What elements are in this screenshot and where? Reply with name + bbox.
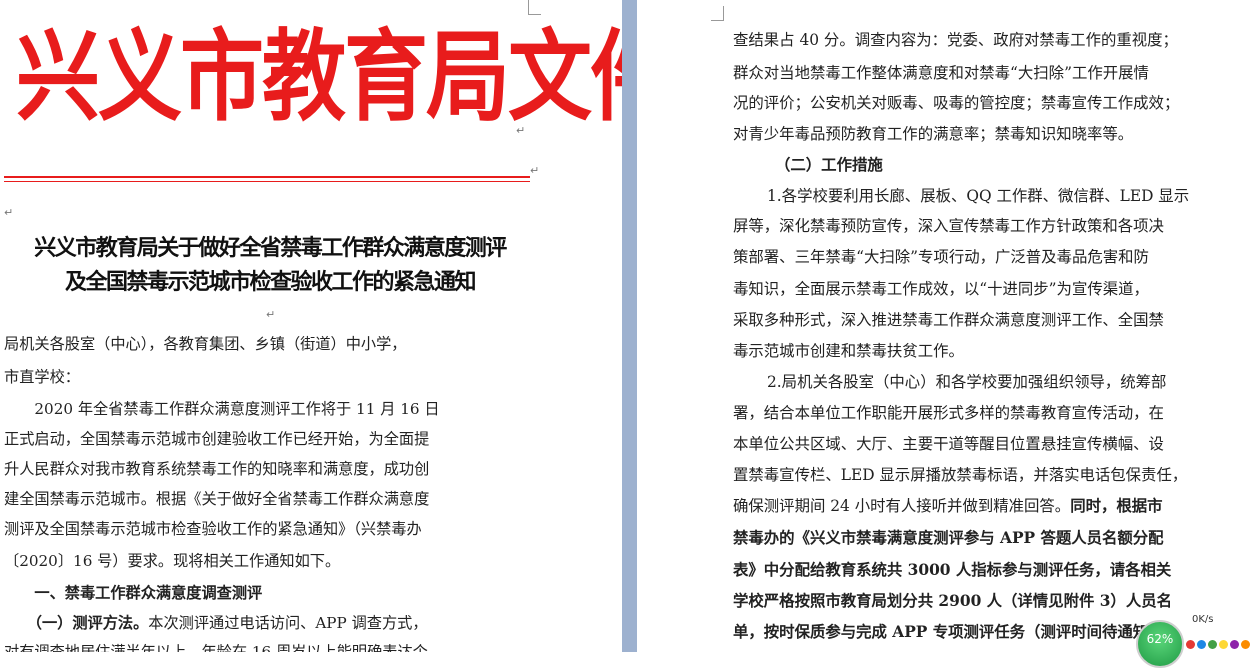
subsection-two-heading: （二）工作措施 (775, 156, 883, 174)
body-line: 置禁毒宣传栏、LED 显示屏播放禁毒标语，并落实电话包保责任， (733, 466, 1188, 484)
body-line: 2020 年全省禁毒工作群众满意度测评工作将于 11 月 16 日 (4, 400, 440, 418)
body-text-bold: 同时，根据市 (1070, 497, 1163, 515)
tray-icons (1186, 634, 1256, 649)
subsection-one-text: 本次测评通过电话访问、APP 调查方式， (148, 614, 428, 632)
body-line: 本单位公共区域、大厅、主要干道等醒目位置悬挂宣传横幅、设 (733, 435, 1164, 453)
subsection-one-label: （一）测评方法。 (4, 614, 149, 632)
body-line: 群众对当地禁毒工作整体满意度和对禁毒“大扫除”工作开展情 (733, 64, 1149, 82)
paragraph-mark: ↵ (530, 164, 540, 177)
paragraph-mark: ↵ (516, 124, 526, 137)
body-line: 采取多种形式，深入推进禁毒工作群众满意度测评工作、全国禁 (733, 311, 1164, 329)
network-speed-label: 0K/s (1192, 614, 1214, 625)
page-gutter (622, 0, 637, 652)
body-line: 策部署、三年禁毒“大扫除”专项行动，广泛普及毒品危害和防 (733, 248, 1149, 266)
body-line: 署，结合本单位工作职能开展形式多样的禁毒教育宣传活动，在 (733, 404, 1164, 422)
body-line: 毒知识，全面展示禁毒工作成效，以“十进同步”为宣传渠道， (733, 280, 1149, 298)
tray-icon-2[interactable] (1197, 640, 1206, 649)
body-line: 对青少年毒品预防教育工作的满意率；禁毒知识知晓率等。 (733, 125, 1134, 143)
body-line: 建全国禁毒示范城市。根据《关于做好全省禁毒工作群众满意度 (4, 490, 430, 508)
bold-line: 单，按时保质参与完成 APP 专项测评任务（测评时间待通知）， (733, 623, 1172, 641)
body-line: 正式启动，全国禁毒示范城市创建验收工作已经开始，为全面提 (4, 430, 430, 448)
body-line: 局机关各股室（中心），各教育集团、乡镇（街道）中小学， (4, 335, 407, 353)
paragraph-mark: ↵ (266, 308, 276, 321)
usage-dial[interactable]: 62% (1136, 620, 1184, 668)
body-line: 1.各学校要利用长廊、展板、QQ 工作群、微信群、LED 显示 (767, 187, 1190, 205)
paragraph-mark: ↵ (4, 206, 14, 219)
tray-icon-5[interactable] (1230, 640, 1239, 649)
document-title-line-1: 兴义市教育局关于做好全省禁毒工作群众满意度测评 (34, 235, 507, 261)
red-header-rule-thick (4, 176, 530, 178)
page-corner-mark (711, 6, 724, 21)
body-line-mixed: 确保测评期间 24 小时有人接听并做到精准回答。同时，根据市 (733, 496, 1163, 516)
bold-line: 禁毒办的《兴义市禁毒满意度测评参与 APP 答题人员名额分配 (733, 529, 1164, 547)
tray-icon-4[interactable] (1219, 640, 1228, 649)
tray-icon-3[interactable] (1208, 640, 1217, 649)
document-header-title: 兴义市教育局文件 (16, 19, 622, 135)
body-line: 测评及全国禁毒示范城市检查验收工作的紧急通知》（兴禁毒办 (4, 520, 422, 538)
section-heading-one: 一、禁毒工作群众满意度调查测评 (4, 584, 263, 602)
body-line: 查结果占 40 分。调查内容为：党委、政府对禁毒工作的重视度； (733, 31, 1178, 49)
right-page[interactable]: 查结果占 40 分。调查内容为：党委、政府对禁毒工作的重视度； 群众对当地禁毒工… (637, 0, 1259, 652)
body-line: 2.局机关各股室（中心）和各学校要加强组织领导，统筹部 (767, 373, 1167, 391)
body-line: 屏等，深化禁毒预防宣传，深入宣传禁毒工作方针政策和各项决 (733, 217, 1164, 235)
network-monitor-widget[interactable]: 62% 0K/s (1128, 612, 1259, 668)
body-line: 毒示范城市创建和禁毒扶贫工作。 (733, 342, 964, 360)
left-page[interactable]: 兴义市教育局文件 ↵ ↵ ↵ 兴义市教育局关于做好全省禁毒工作群众满意度测评 及… (0, 0, 622, 652)
tray-icon-1[interactable] (1186, 640, 1195, 649)
subsection-one-line: （一）测评方法。本次测评通过电话访问、APP 调查方式， (4, 613, 428, 633)
tray-icon-6[interactable] (1241, 640, 1250, 649)
body-line: 升人民群众对我市教育系统禁毒工作的知晓率和满意度，成功创 (4, 460, 430, 478)
body-line: 〔2020〕16 号）要求。现将相关工作通知如下。 (4, 552, 341, 570)
bold-line: 学校严格按照市教育局划分共 2900 人（详情见附件 3）人员名 (733, 592, 1172, 610)
body-line: 况的评价；公安机关对贩毒、吸毒的管控度；禁毒宣传工作成效； (733, 94, 1180, 112)
document-title-line-2: 及全国禁毒示范城市检查验收工作的紧急通知 (64, 269, 477, 295)
red-header-rule-thin (4, 181, 530, 182)
page-corner-mark (528, 0, 541, 15)
body-text-normal: 确保测评期间 24 小时有人接听并做到精准回答。 (733, 497, 1071, 515)
body-line-cut: 对有调查地居住满半年以上、年龄在 16 周岁以上能明确表达个 (4, 643, 428, 652)
bold-line: 表》中分配给教育系统共 3000 人指标参与测评任务，请各相关 (733, 561, 1172, 579)
body-line: 市直学校： (4, 368, 80, 386)
